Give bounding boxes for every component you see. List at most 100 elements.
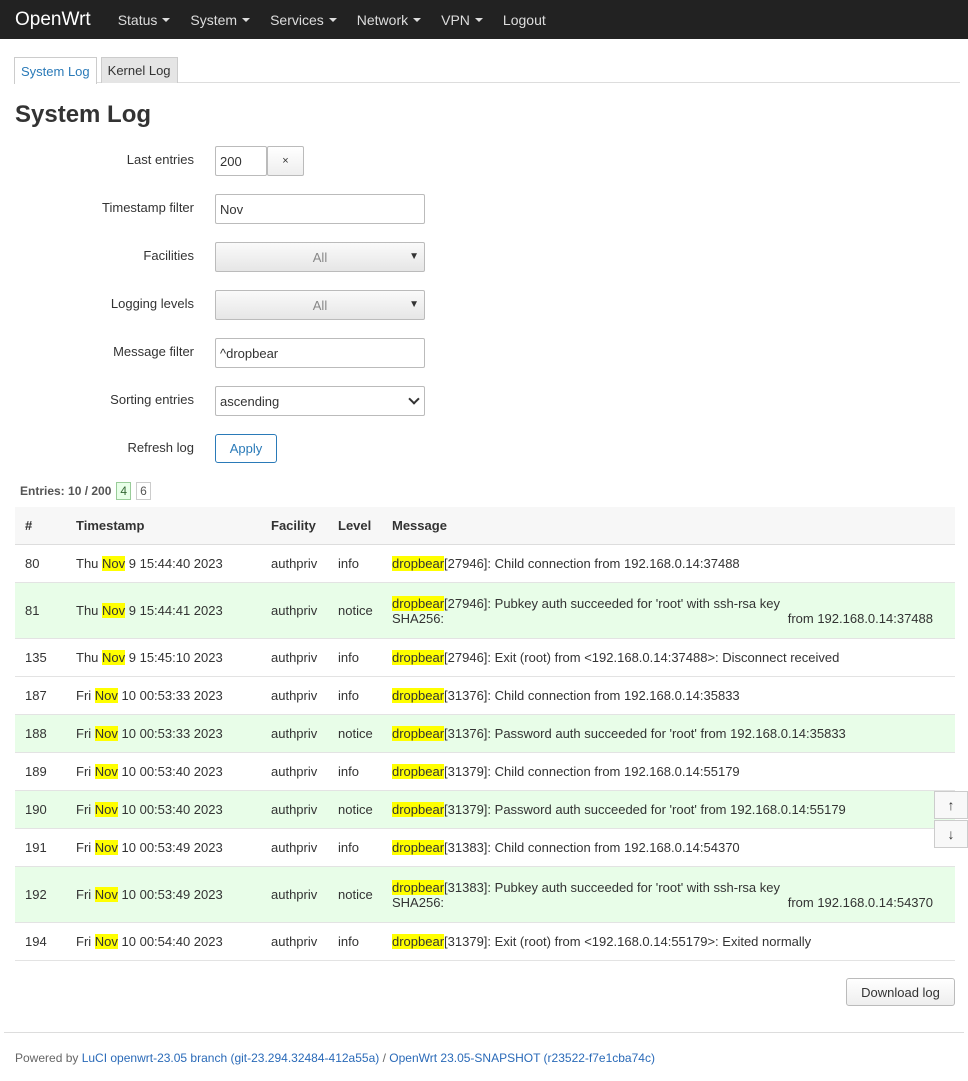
ts-prefix: Fri — [76, 802, 95, 817]
timestamp-filter-input[interactable]: Nov — [215, 194, 425, 224]
facilities-value: All — [312, 249, 328, 265]
scroll-up-button[interactable]: ↑ — [934, 791, 968, 819]
cell-timestamp: Fri Nov 10 00:53:49 2023 — [76, 840, 271, 855]
clear-button[interactable]: × — [267, 146, 304, 176]
facilities-select[interactable]: All ▼ — [215, 242, 425, 272]
ts-prefix: Fri — [76, 726, 95, 741]
msg-highlight: dropbear — [392, 688, 445, 703]
chevron-down-icon — [408, 393, 420, 405]
ts-highlight: Nov — [94, 802, 118, 817]
cell-level: notice — [338, 802, 373, 817]
last-entries-label: Last entries — [126, 152, 194, 167]
msg-sha: SHA256: — [392, 610, 445, 626]
msg-highlight: dropbear — [392, 840, 445, 855]
brand-logo[interactable]: OpenWrt — [15, 9, 91, 31]
table-row: 187 Fri Nov 10 00:53:33 2023 authpriv info d… — [15, 677, 955, 715]
caret-down-icon — [413, 17, 422, 22]
row-refresh: Refresh log Apply — [0, 434, 500, 464]
cell-message: dropbear[27946]: Pubkey auth succeeded f… — [392, 595, 955, 626]
download-log-button[interactable]: Download log — [846, 978, 955, 1006]
msg-text: [31379]: Password auth succeeded for 'ro… — [444, 802, 846, 817]
table-row: 192 Fri Nov 10 00:53:49 2023 authpriv notic… — [15, 867, 955, 923]
menu-label: Status — [117, 11, 158, 28]
cell-facility: authpriv — [271, 887, 318, 902]
logging-levels-select[interactable]: All ▼ — [215, 290, 425, 320]
msg-from: from 192.168.0.14:37488 — [787, 610, 933, 626]
cell-level: info — [338, 650, 359, 665]
openwrt-link[interactable]: OpenWrt 23.05-SNAPSHOT (r23522-f7e1cba74… — [389, 1051, 655, 1065]
luci-link[interactable]: LuCI openwrt-23.05 branch (git-23.294.32… — [82, 1051, 380, 1065]
cell-facility: authpriv — [271, 726, 318, 741]
cell-facility: authpriv — [271, 764, 318, 779]
cell-level: info — [338, 764, 359, 779]
menu-services[interactable]: Services — [260, 0, 347, 39]
logging-levels-label: Logging levels — [110, 296, 194, 311]
menu-status[interactable]: Status — [108, 0, 181, 39]
cell-num: 191 — [25, 840, 47, 855]
cell-num: 189 — [25, 764, 47, 779]
menu-label: Network — [356, 11, 409, 28]
cell-num: 81 — [25, 603, 40, 618]
msg-highlight: dropbear — [392, 879, 445, 895]
scroll-down-button[interactable]: ↓ — [934, 820, 968, 848]
menu-logout[interactable]: Logout — [493, 0, 556, 39]
sorting-select[interactable]: ascending — [215, 386, 425, 416]
message-filter-input[interactable]: ^dropbear — [215, 338, 425, 368]
cell-timestamp: Fri Nov 10 00:53:49 2023 — [76, 887, 271, 902]
ts-highlight: Nov — [94, 887, 118, 902]
ts-highlight: Nov — [94, 934, 118, 949]
dropdown-arrow-icon: ▼ — [409, 299, 419, 310]
message-line: dropbear[31383]: Child connection from 1… — [392, 840, 933, 855]
last-entries-input[interactable]: 200 — [215, 146, 267, 176]
table-row: 80 Thu Nov 9 15:44:40 2023 authpriv info dro… — [15, 545, 955, 583]
entries-count: 10 / 200 — [68, 484, 112, 498]
cell-facility: authpriv — [271, 802, 318, 817]
entries-summary: Entries: 10 / 200 4 6 — [20, 482, 151, 500]
message-line-2: SHA256: from 192.168.0.14:54370 — [392, 895, 933, 910]
msg-highlight: dropbear — [392, 802, 445, 817]
col-timestamp: Timestamp — [76, 518, 145, 533]
log-table: # Timestamp Facility Level Message 80 Thu… — [15, 507, 955, 961]
msg-text: [31376]: Child connection from 192.168.0… — [444, 688, 740, 703]
cell-facility: authpriv — [271, 603, 318, 618]
ts-prefix: Thu — [76, 603, 103, 618]
msg-sha: SHA256: — [392, 894, 445, 910]
ts-suffix: 9 15:44:40 2023 — [125, 556, 223, 571]
ts-highlight: Nov — [94, 726, 118, 741]
cell-message: dropbear[31379]: Child connection from 1… — [392, 764, 955, 779]
col-facility: Facility — [271, 518, 316, 533]
col-message: Message — [392, 518, 447, 533]
menu-network[interactable]: Network — [347, 0, 431, 39]
menu-vpn[interactable]: VPN — [431, 0, 493, 39]
ts-highlight: Nov — [102, 556, 126, 571]
ts-prefix: Fri — [76, 887, 95, 902]
cell-facility: authpriv — [271, 688, 318, 703]
msg-highlight: dropbear — [392, 650, 445, 665]
message-line: dropbear[31379]: Exit (root) from <192.1… — [392, 934, 933, 949]
message-line: dropbear[31376]: Child connection from 1… — [392, 688, 933, 703]
msg-highlight: dropbear — [392, 764, 445, 779]
sorting-value: ascending — [220, 393, 280, 409]
tab-kernel-log[interactable]: Kernel Log — [100, 57, 178, 83]
ts-suffix: 10 00:53:33 2023 — [117, 688, 223, 703]
ts-suffix: 10 00:53:49 2023 — [117, 840, 223, 855]
apply-button[interactable]: Apply — [215, 434, 277, 463]
cell-timestamp: Fri Nov 10 00:53:40 2023 — [76, 802, 271, 817]
menu-system[interactable]: System — [180, 0, 260, 39]
cell-num: 188 — [25, 726, 47, 741]
message-line: dropbear[31379]: Child connection from 1… — [392, 764, 933, 779]
ts-prefix: Fri — [76, 764, 95, 779]
cell-num: 194 — [25, 934, 47, 949]
table-row: 194 Fri Nov 10 00:54:40 2023 authpriv info d… — [15, 923, 955, 961]
caret-down-icon — [242, 17, 251, 22]
table-body: 80 Thu Nov 9 15:44:40 2023 authpriv info dro… — [15, 545, 955, 961]
table-row: 189 Fri Nov 10 00:53:40 2023 authpriv info d… — [15, 753, 955, 791]
table-row: 135 Thu Nov 9 15:45:10 2023 authpriv info dr… — [15, 639, 955, 677]
message-line: dropbear[27946]: Child connection from 1… — [392, 556, 933, 571]
msg-text: [27946]: Child connection from 192.168.0… — [444, 556, 740, 571]
table-row: 81 Thu Nov 9 15:44:41 2023 authpriv notice d… — [15, 583, 955, 639]
message-line: dropbear[31383]: Pubkey auth succeeded f… — [392, 879, 933, 895]
cell-timestamp: Fri Nov 10 00:54:40 2023 — [76, 934, 271, 949]
entries-badge-notice: 4 — [116, 482, 132, 500]
tab-system-log[interactable]: System Log — [14, 57, 97, 84]
